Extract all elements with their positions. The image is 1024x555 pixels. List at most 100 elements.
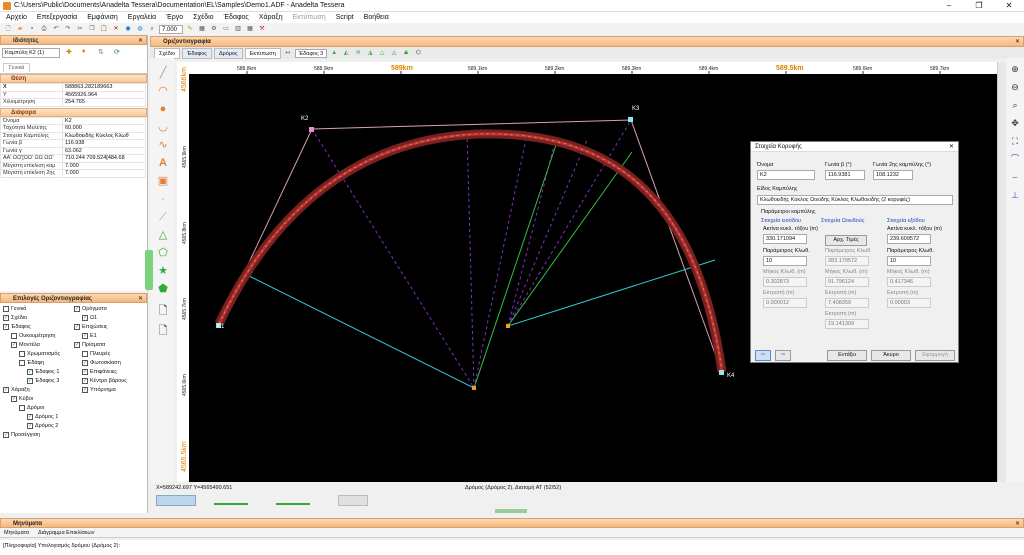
tab-drawing[interactable]: Σχέδιο (154, 47, 181, 59)
paste-icon[interactable]: 📋 (99, 25, 109, 34)
position-section-header[interactable]: Θέση (0, 74, 147, 83)
panel-splitter[interactable] (145, 250, 153, 290)
layer-item[interactable]: Έδάφη (19, 359, 44, 367)
zoom-out-icon[interactable]: ⊖ (1008, 80, 1022, 94)
layer-item[interactable]: ✓ Κύβοι (11, 395, 33, 403)
layer-item[interactable]: ✓ Υπόμνημα (82, 386, 116, 394)
layer-item[interactable]: ✓ Πρίσματα (74, 341, 105, 349)
layer-checkbox[interactable]: ✓ (3, 387, 9, 393)
layer-checkbox[interactable]: ✓ (82, 369, 88, 375)
layer-checkbox[interactable]: ✓ (74, 342, 80, 348)
tab-print[interactable]: Εκτύπωση (244, 47, 281, 59)
layer-item[interactable]: ✓ Έδαφος 1 (27, 368, 59, 376)
arc-tool-icon[interactable]: ◠ (156, 84, 170, 98)
property-value[interactable]: Κ2 (62, 116, 146, 125)
layer-item[interactable]: ✓ Χάραξη (3, 386, 30, 394)
cross-section-icon[interactable]: ⊥ (1008, 188, 1022, 202)
zoom-field[interactable]: 7.000 (159, 24, 183, 34)
layer-item[interactable]: Πλευρές (82, 350, 110, 358)
layer-checkbox[interactable]: ✓ (3, 432, 9, 438)
initial-values-button[interactable]: Αρχ. Τιμές (825, 235, 867, 246)
line-tool-icon[interactable]: ╱ (156, 66, 170, 80)
delete-icon[interactable]: ✕ (111, 25, 121, 34)
layer-checkbox[interactable]: ✓ (82, 315, 88, 321)
save-icon[interactable]: ▪ (27, 25, 37, 34)
layer-checkbox[interactable] (82, 351, 88, 357)
layer-item[interactable]: Ουκουμέτρηση (11, 332, 55, 340)
property-row[interactable]: Y 4565926.964 (0, 90, 146, 99)
layer-item[interactable]: ✓ Φωτοσκίαση (82, 359, 121, 367)
close-icon[interactable]: ✕ (138, 36, 143, 46)
calc-icon[interactable]: ◉ (123, 25, 133, 34)
property-value[interactable]: Κλωθοειδής Κύκλος Κλωθ (62, 131, 146, 140)
property-row[interactable]: Μέγιστη επίκλιση καμ 7.000 (0, 161, 146, 170)
layer-checkbox[interactable]: ✓ (27, 414, 33, 420)
apply-button[interactable]: Εφαρμογή (915, 350, 955, 361)
layer-checkbox[interactable]: ✓ (27, 369, 33, 375)
layout-icon[interactable]: ▥ (233, 25, 243, 34)
tri-icon[interactable]: △ (377, 49, 387, 58)
point-tool-icon[interactable]: ∙ (156, 192, 170, 206)
layer-checkbox[interactable] (11, 333, 17, 339)
layer-item[interactable]: ✓ Ω1 (82, 314, 97, 322)
polygon-tool-icon[interactable]: ⬠ (156, 246, 170, 260)
redo-icon[interactable]: ↷ (63, 25, 73, 34)
property-value[interactable]: 116.938 (62, 139, 146, 148)
copy-icon[interactable]: ❐ (87, 25, 97, 34)
beta-field[interactable]: 116.9381 (825, 170, 865, 180)
arrow-icon[interactable]: ↤ (283, 49, 293, 58)
curve-tool-icon[interactable]: ∿ (156, 138, 170, 152)
layer-checkbox[interactable]: ✓ (82, 378, 88, 384)
sort-icon[interactable]: ⇅ (98, 48, 104, 56)
grid-icon[interactable]: ▦ (245, 25, 255, 34)
layer-checkbox[interactable]: ✓ (11, 342, 17, 348)
binoculars-icon[interactable]: ⌬ (413, 49, 423, 58)
property-value[interactable]: 7.000 (62, 169, 146, 178)
curve-type-select[interactable]: Κλωθοειδής Κύκλος Ωοειδής Κύκλος Κλωθοει… (757, 195, 953, 205)
tab-superelevation[interactable]: Διάγραμμα Επικλίσεων (38, 530, 94, 536)
menu-edit[interactable]: Επεξεργασία (37, 14, 77, 21)
layer-checkbox[interactable]: ✓ (27, 378, 33, 384)
maximize-button[interactable]: ❐ (964, 0, 994, 12)
menu-tools[interactable]: Εργαλεία (128, 14, 156, 21)
property-value[interactable]: 7.000 (62, 161, 146, 170)
layer-checkbox[interactable] (19, 351, 25, 357)
property-value[interactable]: 4565926.964 (62, 90, 146, 99)
layer-item[interactable]: ✓ Προσέγγιση (3, 431, 40, 439)
menu-print[interactable]: Εκτύπωση (293, 14, 326, 21)
property-row[interactable]: Γωνία γ 63.062 (0, 146, 146, 155)
layer-item[interactable]: ✓ Έδαφος (3, 323, 31, 331)
property-row[interactable]: ΑΑ' ΩΩ'[ΩΩ' ΩΩ ΩΩ' 710.244 709.524[484.68 (0, 154, 146, 163)
layer-checkbox[interactable] (19, 360, 25, 366)
window-icon[interactable]: ▭ (221, 25, 231, 34)
pentagon-tool-icon[interactable]: ⬟ (156, 282, 170, 296)
layer-item[interactable]: Δρόμοι (19, 404, 44, 412)
ok-button[interactable]: Εντάξει (827, 350, 867, 361)
3d-button[interactable] (338, 495, 368, 506)
table-icon[interactable]: ▦ (197, 25, 207, 34)
filter-icon[interactable]: ♦ (82, 48, 86, 55)
layer-checkbox[interactable]: ✓ (74, 306, 80, 312)
param-out-field[interactable]: 10 (887, 256, 931, 266)
tri2-icon[interactable]: ◬ (389, 49, 399, 58)
layer-checkbox[interactable]: ✓ (82, 360, 88, 366)
triangle-tool-icon[interactable]: △ (156, 228, 170, 242)
cut-icon[interactable]: ✂ (75, 25, 85, 34)
object-select[interactable]: Καμπύλη Κ2 (1) (2, 48, 60, 58)
minimize-button[interactable]: – (934, 0, 964, 12)
dialog-close-icon[interactable]: ✕ (949, 142, 954, 152)
layer-item[interactable]: ✓ Επιχώσεις (74, 323, 107, 331)
page-tool-icon[interactable]: 🗋 (156, 304, 170, 318)
gamma-field[interactable]: 108.1232 (873, 170, 913, 180)
close-icon[interactable]: ✕ (1015, 37, 1020, 47)
zoom-window-icon[interactable]: ⌕ (1008, 98, 1022, 112)
layer-checkbox[interactable] (19, 405, 25, 411)
layer-checkbox[interactable]: ✓ (82, 387, 88, 393)
menu-file[interactable]: Αρχείο (6, 14, 27, 21)
text-tool-icon[interactable]: A (156, 156, 170, 170)
settings-icon[interactable]: ⚙ (209, 25, 219, 34)
menu-terrain[interactable]: Έδαφος (224, 14, 249, 21)
peak-icon[interactable]: ⛰ (401, 49, 411, 58)
refresh-icon[interactable]: ⟳ (114, 48, 120, 56)
rect-tool-icon[interactable]: ▣ (156, 174, 170, 188)
